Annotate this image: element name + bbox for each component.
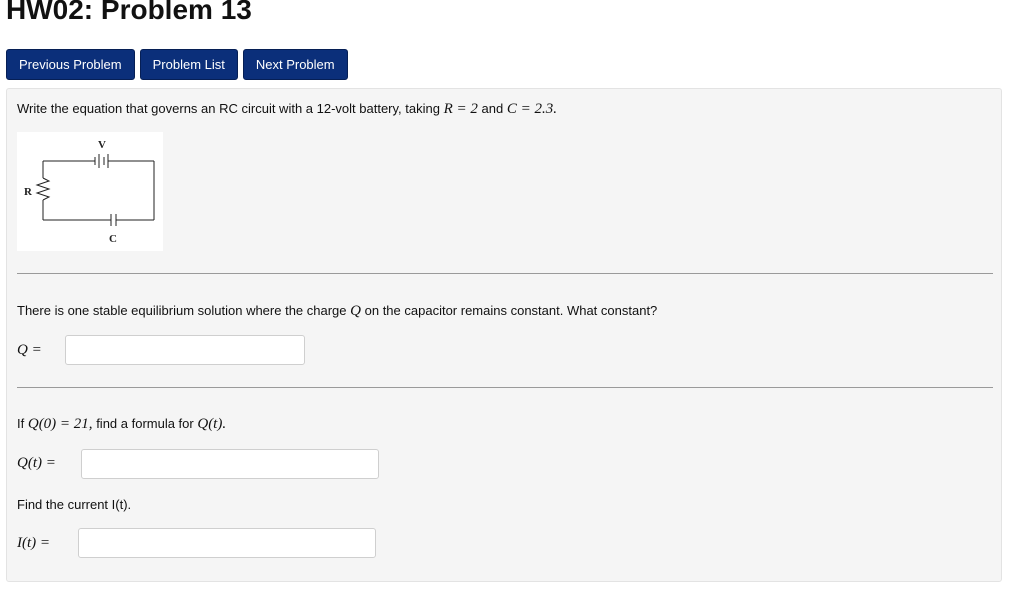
intro-text: Write the equation that governs an RC ci… bbox=[17, 101, 440, 116]
current-formula-input[interactable] bbox=[78, 528, 376, 558]
part2-question: If Q(0) = 21, find a formula for Q(t). bbox=[17, 416, 227, 432]
part3-question: Find the current I(t). bbox=[17, 497, 132, 512]
previous-problem-button[interactable]: Previous Problem bbox=[6, 49, 135, 80]
part2-answer-label: Q(t) = bbox=[17, 455, 56, 471]
part3-answer-label: I(t) = bbox=[17, 535, 51, 551]
diagram-v-label: V bbox=[98, 139, 106, 151]
next-problem-button[interactable]: Next Problem bbox=[242, 49, 348, 80]
problem-statement: Write the equation that governs an RC ci… bbox=[17, 101, 557, 118]
page-title: HW02: Problem 13 bbox=[6, 0, 252, 25]
charge-function: Q(t). bbox=[197, 416, 227, 432]
intro-c-value: C = 2.3. bbox=[506, 101, 557, 117]
equilibrium-charge-input[interactable] bbox=[65, 335, 305, 365]
diagram-c-label: C bbox=[109, 233, 117, 245]
problem-panel: Write the equation that governs an RC ci… bbox=[6, 88, 1002, 582]
initial-condition: Q(0) = 21, bbox=[27, 416, 93, 432]
charge-q-symbol: Q bbox=[350, 303, 361, 319]
intro-r-value: R = 2 bbox=[443, 101, 478, 117]
intro-and: and bbox=[481, 101, 504, 116]
rc-circuit-diagram: V R C bbox=[17, 132, 163, 251]
rc-circuit-svg: V R C bbox=[24, 139, 155, 245]
separator-2 bbox=[17, 387, 993, 388]
problem-list-button[interactable]: Problem List bbox=[139, 49, 238, 80]
diagram-r-label: R bbox=[24, 186, 33, 198]
charge-formula-input[interactable] bbox=[81, 449, 379, 479]
part1-question: There is one stable equilibrium solution… bbox=[17, 303, 658, 319]
separator-1 bbox=[17, 273, 993, 274]
part1-answer-label: Q = bbox=[17, 342, 42, 358]
problem-nav: Previous Problem Problem List Next Probl… bbox=[6, 49, 348, 80]
